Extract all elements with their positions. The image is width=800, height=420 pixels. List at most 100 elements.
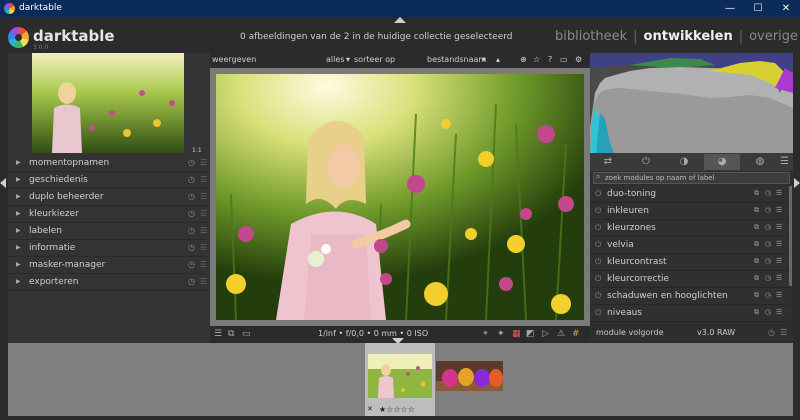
maximize-button[interactable]: ☐ — [744, 0, 772, 17]
left-module-informatie[interactable]: ▶ informatie ◷ ☰ — [8, 240, 210, 257]
view-overige[interactable]: overige — [749, 29, 798, 44]
reset-icon[interactable]: ◷ — [765, 189, 771, 197]
filmstrip-thumb-eggs[interactable] — [436, 361, 503, 391]
power-icon[interactable]: ⏻ — [595, 274, 601, 284]
power-icon[interactable]: ⏻ — [595, 223, 601, 233]
module-search[interactable]: ⌕ — [593, 172, 790, 184]
right-module-duo-toning[interactable]: ⏻ duo-toning ⧉ ◷ ☰ — [590, 186, 790, 203]
presets-icon[interactable]: ☰ — [200, 260, 207, 269]
reset-icon[interactable]: ◷ — [188, 192, 195, 201]
right-module-niveaus[interactable]: ⏻ niveaus ⧉ ◷ ☰ — [590, 305, 790, 322]
multi-instance-icon[interactable]: ⧉ — [754, 240, 759, 249]
raw-overexposed-icon[interactable]: ▷ — [542, 329, 549, 339]
reset-icon[interactable]: ◷ — [765, 206, 771, 214]
multi-instance-icon[interactable]: ⧉ — [754, 223, 759, 232]
reset-icon[interactable]: ◷ — [768, 328, 775, 337]
histogram[interactable] — [590, 53, 793, 153]
right-module-schaduwen-en-hooglichten[interactable]: ⏻ schaduwen en hooglichten ⧉ ◷ ☰ — [590, 288, 790, 305]
view-bibliotheek[interactable]: bibliotheek — [555, 29, 627, 44]
navigator-thumbnail[interactable] — [32, 53, 184, 153]
sort-dropdown[interactable]: bestandsnaam — [427, 55, 486, 64]
reset-icon[interactable]: ◷ — [188, 158, 195, 167]
gamut-check-icon[interactable]: ◩ — [526, 329, 535, 339]
reset-icon[interactable]: ◷ — [765, 257, 771, 265]
power-icon[interactable]: ⏻ — [595, 240, 601, 250]
filter-dropdown[interactable]: alles — [326, 55, 344, 64]
left-module-labelen[interactable]: ▶ labelen ◷ ☰ — [8, 223, 210, 240]
focus-peaking-icon[interactable]: ⌖ — [483, 329, 488, 339]
presets-icon[interactable]: ☰ — [776, 274, 782, 282]
left-module-exporteren[interactable]: ▶ exporteren ◷ ☰ — [8, 274, 210, 291]
tab-color-modules[interactable]: ◕ — [704, 154, 740, 170]
power-icon[interactable]: ⏻ — [595, 308, 601, 318]
reset-icon[interactable]: ◷ — [765, 291, 771, 299]
presets-icon[interactable]: ☰ — [200, 277, 207, 286]
reset-icon[interactable]: ◷ — [188, 243, 195, 252]
keyboard-icon[interactable]: ▭ — [560, 55, 568, 64]
filter-chevron-icon[interactable]: ▾ — [346, 55, 350, 64]
left-module-momentopnamen[interactable]: ▶ momentopnamen ◷ ☰ — [8, 155, 210, 172]
multi-instance-icon[interactable]: ⧉ — [754, 189, 759, 198]
lightbulb-icon[interactable]: ✦ — [497, 329, 505, 339]
module-order-bar[interactable]: module volgorde v3.0 RAW ◷ ☰ — [590, 325, 793, 343]
right-module-kleurcorrectie[interactable]: ⏻ kleurcorrectie ⧉ ◷ ☰ — [590, 271, 790, 288]
power-icon[interactable]: ⏻ — [595, 206, 601, 216]
module-search-input[interactable] — [605, 173, 785, 183]
second-window-icon[interactable]: ▭ — [242, 329, 251, 339]
reset-icon[interactable]: ◷ — [188, 226, 195, 235]
reset-icon[interactable]: ◷ — [765, 240, 771, 248]
reject-icon[interactable]: ✕ — [367, 405, 373, 413]
globe-icon[interactable]: ⊕ — [520, 55, 527, 64]
power-icon[interactable]: ⏻ — [595, 257, 601, 267]
reset-icon[interactable]: ◷ — [765, 274, 771, 282]
presets-icon[interactable]: ☰ — [776, 308, 782, 316]
right-module-kleurzones[interactable]: ⏻ kleurzones ⧉ ◷ ☰ — [590, 220, 790, 237]
presets-icon[interactable]: ☰ — [776, 291, 782, 299]
multi-instance-icon[interactable]: ⧉ — [754, 257, 759, 266]
filmstrip[interactable]: ✕ ★☆☆☆☆ — [8, 343, 793, 416]
styles-icon[interactable]: ⧉ — [228, 329, 234, 339]
tab-effect-modules[interactable]: ◍ — [742, 154, 778, 170]
presets-icon[interactable]: ☰ — [200, 175, 207, 184]
tab-base-modules[interactable]: ◑ — [666, 154, 702, 170]
help-icon[interactable]: ? — [548, 55, 552, 64]
reset-icon[interactable]: ◷ — [765, 308, 771, 316]
filmstrip-thumb-selected[interactable]: ✕ ★☆☆☆☆ — [365, 343, 435, 416]
presets-icon[interactable]: ☰ — [200, 243, 207, 252]
collapse-left-arrow-icon[interactable] — [0, 178, 6, 188]
star-rating[interactable]: ★☆☆☆☆ — [379, 405, 415, 414]
collapse-top-arrow-icon[interactable] — [394, 17, 406, 23]
right-module-velvia[interactable]: ⏻ velvia ⧉ ◷ ☰ — [590, 237, 790, 254]
presets-icon[interactable]: ☰ — [200, 226, 207, 235]
tab-power-modules[interactable]: ⏻ — [628, 154, 664, 170]
tab-active-modules[interactable]: ⇄ — [590, 154, 626, 170]
reset-icon[interactable]: ◷ — [765, 223, 771, 231]
left-module-duplo-beheerder[interactable]: ▶ duplo beheerder ◷ ☰ — [8, 189, 210, 206]
presets-icon[interactable]: ☰ — [776, 206, 782, 214]
presets-icon[interactable]: ☰ — [776, 257, 782, 265]
power-icon[interactable]: ⏻ — [595, 189, 601, 199]
reset-icon[interactable]: ◷ — [188, 175, 195, 184]
multi-instance-icon[interactable]: ⧉ — [754, 308, 759, 317]
close-button[interactable]: ✕ — [772, 0, 800, 17]
zoom-label[interactable]: 1:1 — [192, 147, 202, 154]
left-module-kleurkiezer[interactable]: ▶ kleurkiezer ◷ ☰ — [8, 206, 210, 223]
presets-icon[interactable]: ☰ — [780, 328, 787, 337]
presets-icon[interactable]: ☰ — [200, 158, 207, 167]
reset-icon[interactable]: ◷ — [188, 209, 195, 218]
sort-direction-icon[interactable]: ▴ — [496, 55, 500, 64]
right-module-inkleuren[interactable]: ⏻ inkleuren ⧉ ◷ ☰ — [590, 203, 790, 220]
presets-icon[interactable]: ☰ — [200, 209, 207, 218]
multi-instance-icon[interactable]: ⧉ — [754, 274, 759, 283]
thumbnail-image[interactable] — [368, 354, 432, 398]
power-icon[interactable]: ⏻ — [595, 291, 601, 301]
minimize-button[interactable]: — — [716, 0, 744, 17]
collapse-right-arrow-icon[interactable] — [794, 178, 800, 188]
gear-icon[interactable]: ⚙ — [575, 55, 582, 64]
presets-icon[interactable]: ☰ — [200, 192, 207, 201]
navigator[interactable]: 1:1 — [8, 53, 210, 154]
star-icon[interactable]: ☆ — [533, 55, 540, 64]
presets-icon[interactable]: ☰ — [776, 240, 782, 248]
view-ontwikkelen[interactable]: ontwikkelen — [644, 29, 733, 44]
modules-scrollbar[interactable] — [789, 186, 792, 286]
